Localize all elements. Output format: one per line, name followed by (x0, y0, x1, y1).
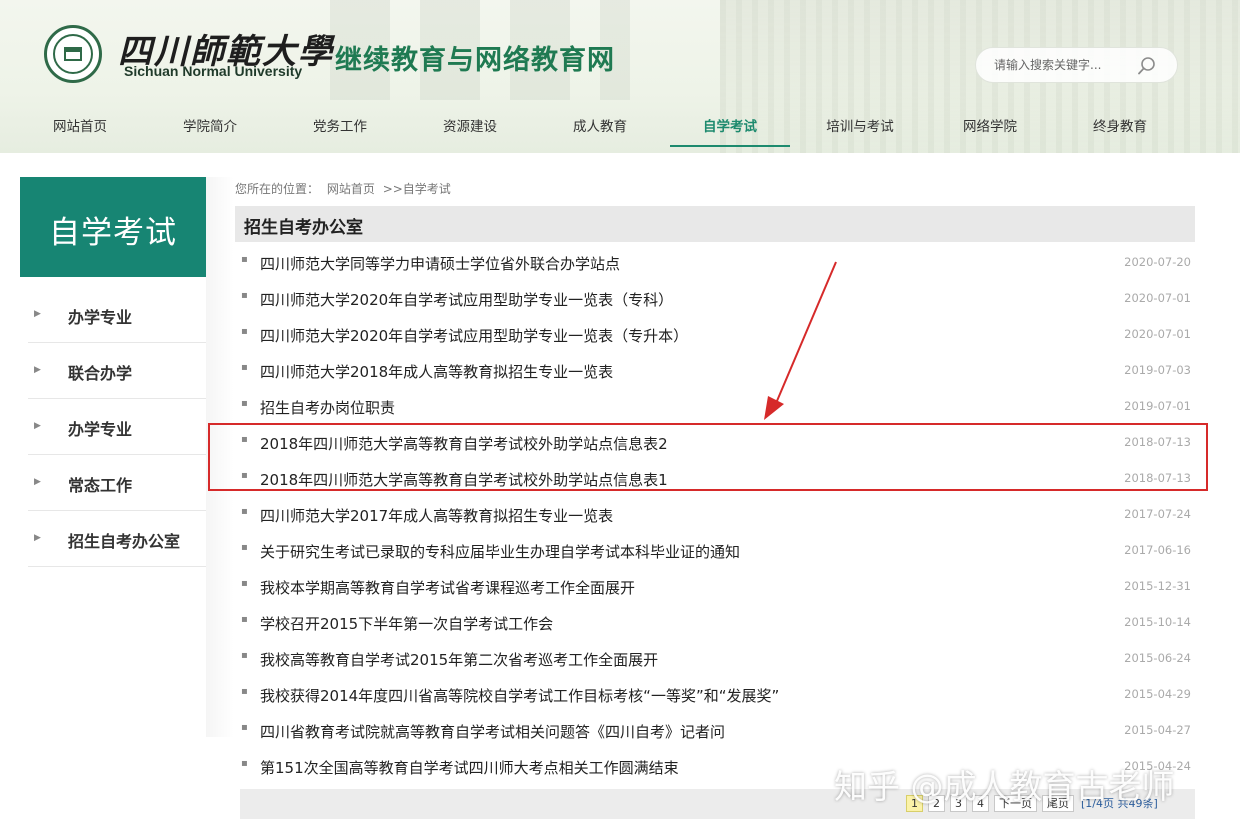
article-date: 2020-07-01 (1124, 291, 1191, 305)
article-title-link[interactable]: 我校高等教育自学考试2015年第二次省考巡考工作全面展开 (260, 649, 658, 670)
sidebar-item[interactable]: ▶ 办学专业 (28, 399, 206, 455)
article-title-link[interactable]: 招生自考办岗位职责 (260, 397, 395, 418)
article-title-link[interactable]: 四川师范大学2020年自学考试应用型助学专业一览表（专升本） (260, 325, 688, 346)
bullet-icon: ▪ (241, 290, 248, 301)
search-input[interactable] (994, 58, 1144, 72)
nav-item-self-study-exam[interactable]: 自学考试 (670, 111, 790, 147)
search-box (975, 47, 1178, 83)
article-title-link[interactable]: 四川师范大学2017年成人高等教育拟招生专业一览表 (260, 505, 613, 526)
article-date: 2017-07-24 (1124, 507, 1191, 521)
list-item[interactable]: ▪ 我校获得2014年度四川省高等院校自学考试工作目标考核“一等奖”和“发展奖” 2… (235, 676, 1195, 712)
sidebar-item[interactable]: ▶ 招生自考办公室 (28, 511, 206, 567)
list-item[interactable]: ▪ 四川师范大学2018年成人高等教育拟招生专业一览表 2019-07-03 (235, 352, 1195, 388)
nav-item-home[interactable]: 网站首页 (20, 111, 140, 147)
section-title: 招生自考办公室 (244, 218, 363, 238)
sidebar-item-label: 常态工作 (68, 476, 133, 495)
article-title-link[interactable]: 四川师范大学2018年成人高等教育拟招生专业一览表 (260, 361, 613, 382)
sidebar-item[interactable]: ▶ 办学专业 (28, 287, 206, 343)
article-date: 2015-04-27 (1124, 723, 1191, 737)
list-item[interactable]: ▪ 四川省教育考试院就高等教育自学考试相关问题答《四川自考》记者问 2015-04-… (235, 712, 1195, 748)
sidebar-title: 自学考试 (20, 177, 206, 277)
nav-item-resources[interactable]: 资源建设 (410, 111, 530, 147)
list-item[interactable]: ▪ 四川师范大学同等学力申请硕士学位省外联合办学站点 2020-07-20 (235, 244, 1195, 280)
bullet-icon: ▪ (241, 254, 248, 265)
article-list: ▪ 四川师范大学同等学力申请硕士学位省外联合办学站点 2020-07-20 ▪ 四川师… (235, 244, 1195, 784)
sidebar-item[interactable]: ▶ 常态工作 (28, 455, 206, 511)
highlight-annotation-box (208, 423, 1208, 491)
article-title-link[interactable]: 四川师范大学同等学力申请硕士学位省外联合办学站点 (260, 253, 620, 274)
article-date: 2019-07-01 (1124, 399, 1191, 413)
list-item[interactable]: ▪ 学校召开2015下半年第一次自学考试工作会 2015-10-14 (235, 604, 1195, 640)
bullet-icon: ▪ (241, 758, 248, 769)
breadcrumb: 您所在的位置： 网站首页 >>自学考试 (235, 180, 455, 197)
list-item[interactable]: ▪ 我校本学期高等教育自学考试省考课程巡考工作全面展开 2015-12-31 (235, 568, 1195, 604)
bullet-icon: ▪ (241, 578, 248, 589)
list-item[interactable]: ▪ 我校高等教育自学考试2015年第二次省考巡考工作全面展开 2015-06-24 (235, 640, 1195, 676)
chevron-right-icon: ▶ (34, 421, 41, 431)
article-title-link[interactable]: 我校本学期高等教育自学考试省考课程巡考工作全面展开 (260, 577, 635, 598)
nav-item-online-college[interactable]: 网络学院 (930, 111, 1050, 147)
list-item[interactable]: ▪ 四川师范大学2017年成人高等教育拟招生专业一览表 2017-07-24 (235, 496, 1195, 532)
list-item[interactable]: ▪ 关于研究生考试已录取的专科应届毕业生办理自学考试本科毕业证的通知 2017-06… (235, 532, 1195, 568)
search-icon[interactable] (1137, 56, 1157, 76)
nav-item-training[interactable]: 培训与考试 (800, 111, 920, 147)
chevron-right-icon: ▶ (34, 533, 41, 543)
article-title-link[interactable]: 第151次全国高等教育自学考试四川师大考点相关工作圆满结束 (260, 757, 679, 778)
bullet-icon: ▪ (241, 650, 248, 661)
article-title-link[interactable]: 四川省教育考试院就高等教育自学考试相关问题答《四川自考》记者问 (260, 721, 725, 742)
sidebar-menu: ▶ 办学专业 ▶ 联合办学 ▶ 办学专业 ▶ 常态工作 ▶ 招生自考办公室 (28, 287, 206, 567)
bullet-icon: ▪ (241, 722, 248, 733)
bullet-icon: ▪ (241, 542, 248, 553)
sidebar-item-label: 办学专业 (68, 420, 133, 439)
article-date: 2020-07-01 (1124, 327, 1191, 341)
site-header: 四川師範大學 Sichuan Normal University 继续教育与网络… (0, 0, 1240, 153)
chevron-right-icon: ▶ (34, 477, 41, 487)
sidebar-item-label: 办学专业 (68, 308, 133, 327)
site-title: 继续教育与网络教育网 (335, 45, 615, 76)
article-title-link[interactable]: 学校召开2015下半年第一次自学考试工作会 (260, 613, 553, 634)
article-title-link[interactable]: 我校获得2014年度四川省高等院校自学考试工作目标考核“一等奖”和“发展奖” (260, 685, 779, 706)
list-item[interactable]: ▪ 四川师范大学2020年自学考试应用型助学专业一览表（专科） 2020-07-01 (235, 280, 1195, 316)
article-date: 2019-07-03 (1124, 363, 1191, 377)
nav-item-lifelong[interactable]: 终身教育 (1060, 111, 1180, 147)
breadcrumb-prefix: 您所在的位置： (235, 182, 320, 196)
breadcrumb-current[interactable]: >>自学考试 (383, 182, 451, 196)
annotation-arrow-icon (764, 261, 837, 420)
chevron-right-icon: ▶ (34, 365, 41, 375)
bullet-icon: ▪ (241, 686, 248, 697)
bullet-icon: ▪ (241, 362, 248, 373)
bullet-icon: ▪ (241, 506, 248, 517)
sidebar-item-label: 招生自考办公室 (68, 532, 181, 551)
chevron-right-icon: ▶ (34, 309, 41, 319)
sidebar-item-label: 联合办学 (68, 364, 133, 383)
nav-item-adult-edu[interactable]: 成人教育 (540, 111, 660, 147)
breadcrumb-home-link[interactable]: 网站首页 (327, 182, 375, 196)
article-date: 2017-06-16 (1124, 543, 1191, 557)
zhihu-watermark: 知乎 @成人教育古老师 (834, 767, 1175, 806)
article-date: 2015-06-24 (1124, 651, 1191, 665)
nav-item-about[interactable]: 学院简介 (150, 111, 270, 147)
university-name-en[interactable]: Sichuan Normal University (124, 63, 302, 79)
university-seal-icon[interactable] (44, 25, 102, 83)
bullet-icon: ▪ (241, 326, 248, 337)
bullet-icon: ▪ (241, 398, 248, 409)
article-date: 2015-04-29 (1124, 687, 1191, 701)
section-header: 招生自考办公室 (235, 206, 1195, 242)
article-date: 2015-12-31 (1124, 579, 1191, 593)
sidebar-item[interactable]: ▶ 联合办学 (28, 343, 206, 399)
list-item[interactable]: ▪ 招生自考办岗位职责 2019-07-01 (235, 388, 1195, 424)
list-item[interactable]: ▪ 四川师范大学2020年自学考试应用型助学专业一览表（专升本） 2020-07-0… (235, 316, 1195, 352)
article-date: 2020-07-20 (1124, 255, 1191, 269)
main-nav: 网站首页 学院简介 党务工作 资源建设 成人教育 自学考试 培训与考试 网络学院… (0, 111, 1240, 149)
article-title-link[interactable]: 四川师范大学2020年自学考试应用型助学专业一览表（专科） (260, 289, 673, 310)
article-date: 2015-10-14 (1124, 615, 1191, 629)
nav-item-party[interactable]: 党务工作 (280, 111, 400, 147)
bullet-icon: ▪ (241, 614, 248, 625)
article-title-link[interactable]: 关于研究生考试已录取的专科应届毕业生办理自学考试本科毕业证的通知 (260, 541, 740, 562)
